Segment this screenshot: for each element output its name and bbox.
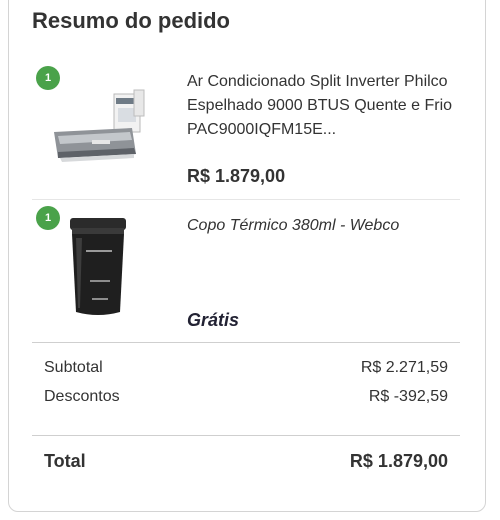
product-name[interactable]: Copo Térmico 380ml - Webco: [187, 214, 457, 238]
order-item: 1 Copo Térmico 380ml - Webco Grátis: [32, 202, 460, 340]
divider: [32, 435, 460, 436]
divider: [32, 342, 460, 343]
total-row: Total R$ 1.879,00: [44, 451, 448, 472]
order-summary-title: Resumo do pedido: [32, 8, 230, 33]
discount-row: Descontos R$ -392,59: [44, 388, 448, 406]
quantity-badge: 1: [36, 66, 60, 90]
discount-label: Descontos: [44, 388, 120, 405]
product-name[interactable]: Ar Condicionado Split Inverter Philco Es…: [187, 70, 457, 142]
discount-value: R$ -392,59: [368, 388, 448, 405]
quantity-badge: 1: [36, 206, 60, 230]
total-value: R$ 1.879,00: [349, 451, 448, 471]
product-price: Grátis: [187, 310, 240, 330]
subtotal-label: Subtotal: [44, 359, 103, 376]
total-label: Total: [44, 451, 86, 471]
subtotal-value: R$ 2.271,59: [360, 359, 448, 376]
product-price: R$ 1.879,00: [187, 166, 286, 186]
order-item: 1 Ar Condicionado Split Inverter Philco …: [32, 62, 460, 200]
subtotal-row: Subtotal R$ 2.271,59: [44, 359, 448, 377]
